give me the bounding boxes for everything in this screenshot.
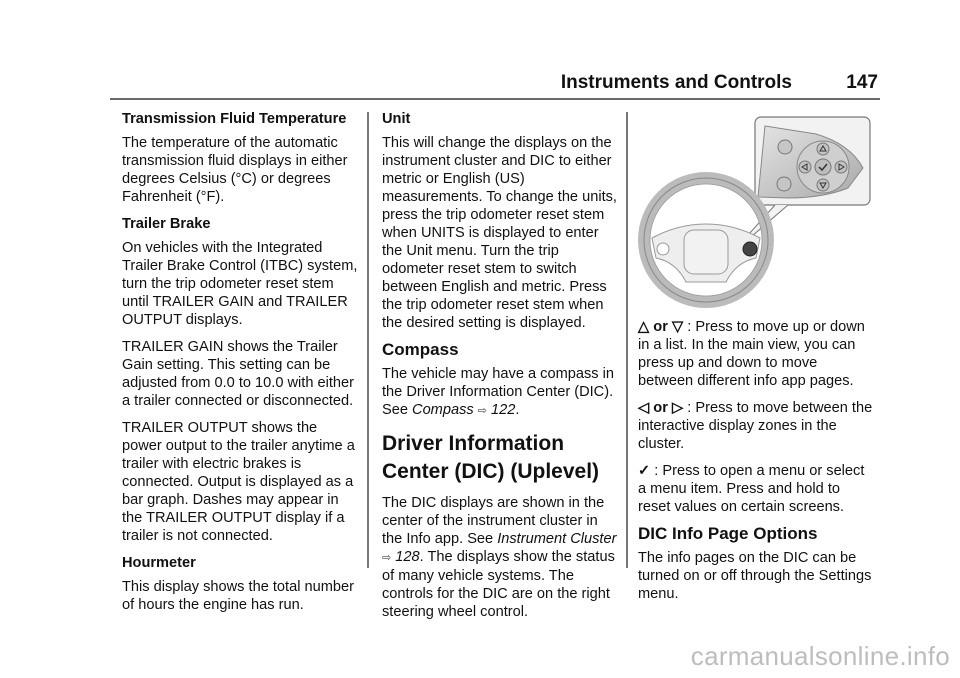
compass-page-link[interactable]: 122 xyxy=(491,402,515,418)
paragraph-dic: The DIC displays are shown in the center… xyxy=(382,494,620,621)
page-number: 147 xyxy=(846,72,878,93)
paragraph-compass: The vehicle may have a compass in the Dr… xyxy=(382,365,620,420)
column-1: Transmission Fluid Temperature The tempe… xyxy=(122,110,360,623)
down-arrow-icon: ▽ xyxy=(671,319,684,335)
xref-arrow-icon: ⇨ xyxy=(477,405,487,417)
or-label: or xyxy=(653,319,668,335)
paragraph-check: ✓ : Press to open a menu or select a men… xyxy=(638,462,876,516)
checkmark-icon: ✓ xyxy=(638,463,651,479)
compass-text-end: . xyxy=(515,402,520,418)
paragraph-left-right: ◁ or ▷ : Press to move between the inter… xyxy=(638,399,876,453)
section-title: Instruments and Controls xyxy=(560,72,792,93)
paragraph-dic-info-page: The info pages on the DIC can be turned … xyxy=(638,550,872,602)
watermark: carmanualsonline.info xyxy=(690,641,950,671)
heading-hourmeter: Hourmeter xyxy=(122,555,196,571)
compass-link[interactable]: Compass xyxy=(412,402,474,418)
heading-dic-info-page-options: DIC Info Page Options xyxy=(638,524,818,543)
paragraph-unit: This will change the displays on the ins… xyxy=(382,135,617,331)
page-header: Instruments and Controls 147 xyxy=(110,60,880,100)
heading-compass: Compass xyxy=(382,340,459,359)
xref-arrow-icon: ⇨ xyxy=(382,552,392,564)
column-3: △ or ▽ : Press to move up or down in a l… xyxy=(638,318,876,612)
paragraph-trailer-output: TRAILER OUTPUT shows the power output to… xyxy=(122,420,355,544)
paragraph-hourmeter: This display shows the total number of h… xyxy=(122,579,354,613)
right-arrow-icon: ▷ xyxy=(671,400,684,416)
column-2: Unit This will change the displays on th… xyxy=(382,110,620,630)
paragraph-transmission-fluid: The temperature of the automatic transmi… xyxy=(122,135,348,205)
heading-trailer-brake: Trailer Brake xyxy=(122,216,211,232)
column-divider xyxy=(367,112,369,568)
check-description: : Press to open a menu or select a menu … xyxy=(638,463,865,515)
up-arrow-icon: △ xyxy=(638,319,650,335)
heading-dic-uplevel: Driver Information Center (DIC) (Uplevel… xyxy=(382,432,600,483)
paragraph-up-down: △ or ▽ : Press to move up or down in a l… xyxy=(638,318,876,390)
instrument-cluster-link[interactable]: Instrument Cluster xyxy=(497,531,616,547)
steering-wheel-controls-icon xyxy=(638,112,878,310)
left-arrow-icon: ◁ xyxy=(638,400,650,416)
paragraph-trailer-gain: TRAILER GAIN shows the Trailer Gain sett… xyxy=(122,339,355,409)
column-divider xyxy=(626,112,628,568)
heading-transmission-fluid: Transmission Fluid Temperature xyxy=(122,111,347,127)
heading-unit: Unit xyxy=(382,111,411,127)
or-label: or xyxy=(653,400,668,416)
instrument-cluster-page-link[interactable]: 128 xyxy=(395,549,419,565)
paragraph-trailer-brake: On vehicles with the Integrated Trailer … xyxy=(122,240,358,328)
